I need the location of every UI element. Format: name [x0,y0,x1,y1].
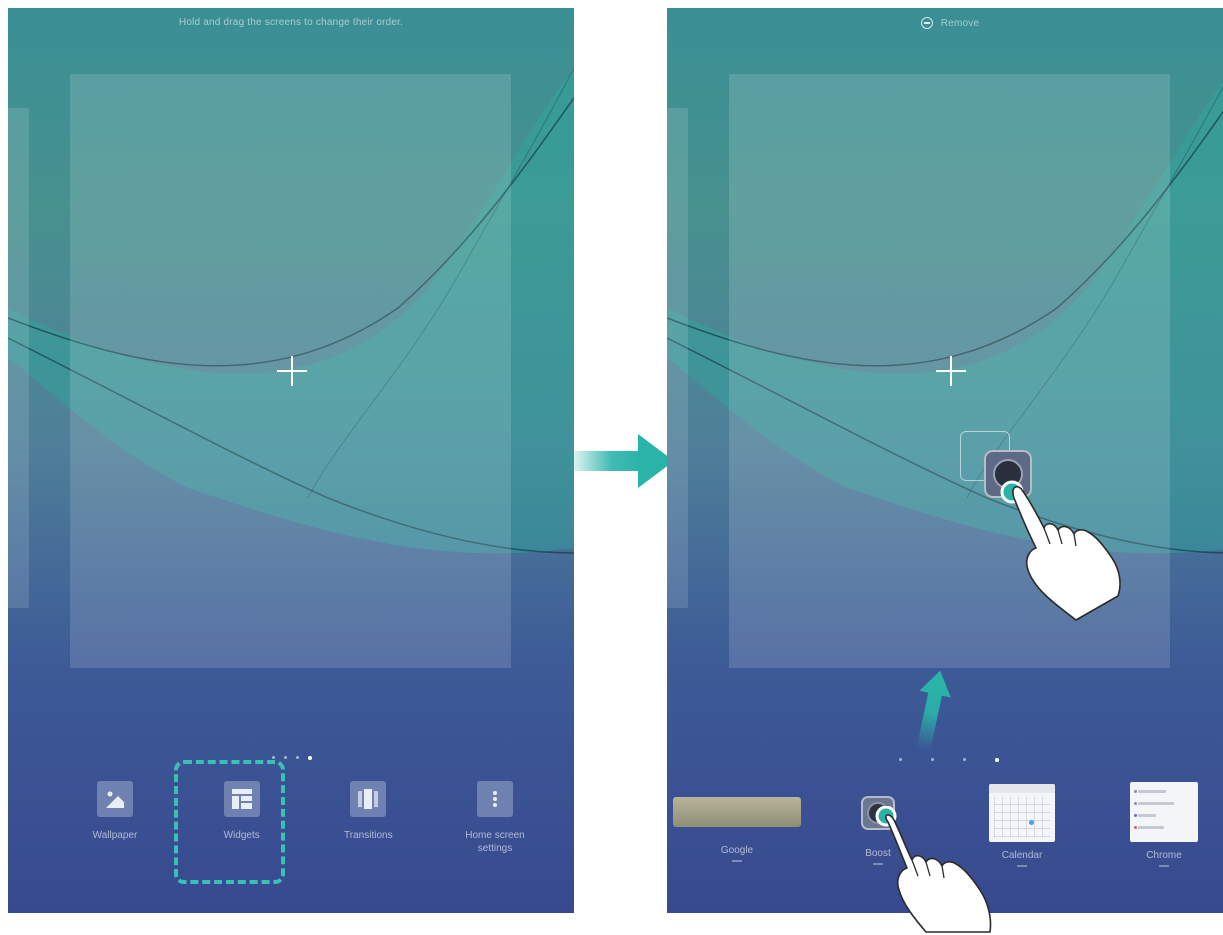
reorder-hint: Hold and drag the screens to change thei… [178,17,404,28]
transitions-label: Transitions [344,830,393,841]
home-screen-edit-mode: Hold and drag the screens to change thei… [8,8,574,913]
wallpaper-label: Wallpaper [92,830,138,841]
calendar-widget-preview [989,784,1055,842]
remove-drop-zone[interactable]: Remove [667,17,1223,29]
page-dot[interactable] [284,756,287,759]
page-dot[interactable] [899,758,902,761]
hand-pointer-icon [875,806,992,933]
previous-screen-thumbnail[interactable] [667,108,688,608]
edit-menu-bar: Wallpaper Widgets Transitions Home scree… [60,781,550,855]
remove-label: Remove [940,17,980,29]
page-dot[interactable] [963,758,966,761]
widget-page-indicator [899,758,999,762]
page-dot-active[interactable] [308,756,312,760]
page-dot[interactable] [296,756,299,759]
google-widget-label: Google [720,845,754,856]
home-screen-widget-mode: Remove Google Boost Calendar Chrome [667,8,1223,913]
home-screen-settings-button[interactable]: Home screen settings [440,781,550,855]
transitions-button[interactable]: Transitions [313,781,423,855]
empty-screen-thumbnail[interactable] [70,74,511,668]
page-dot[interactable] [931,758,934,761]
google-widget-preview [673,797,801,827]
chrome-widget[interactable]: Chrome [1129,782,1199,867]
chrome-widget-label: Chrome [1146,850,1182,861]
hand-pointer-icon [1000,480,1121,621]
remove-icon [920,17,933,29]
calendar-widget[interactable]: Calendar [987,784,1057,867]
page-indicator [272,756,312,760]
transitions-icon [350,781,387,817]
add-screen-icon[interactable] [936,356,966,386]
step-arrow-icon [566,434,674,488]
wallpaper-icon [97,781,133,817]
drag-up-arrow-icon [916,670,951,750]
page-dot[interactable] [272,756,275,759]
page-dot-active[interactable] [995,758,999,762]
add-screen-icon[interactable] [277,356,307,386]
calendar-widget-label: Calendar [1001,850,1043,861]
settings-menu-icon [476,781,513,817]
google-widget[interactable]: Google [673,797,801,862]
widgets-highlight-frame [174,760,285,884]
previous-screen-thumbnail[interactable] [8,108,29,608]
wallpaper-button[interactable]: Wallpaper [60,781,170,855]
chrome-widget-preview [1130,782,1198,842]
home-screen-settings-label: Home screen settings [465,830,525,854]
